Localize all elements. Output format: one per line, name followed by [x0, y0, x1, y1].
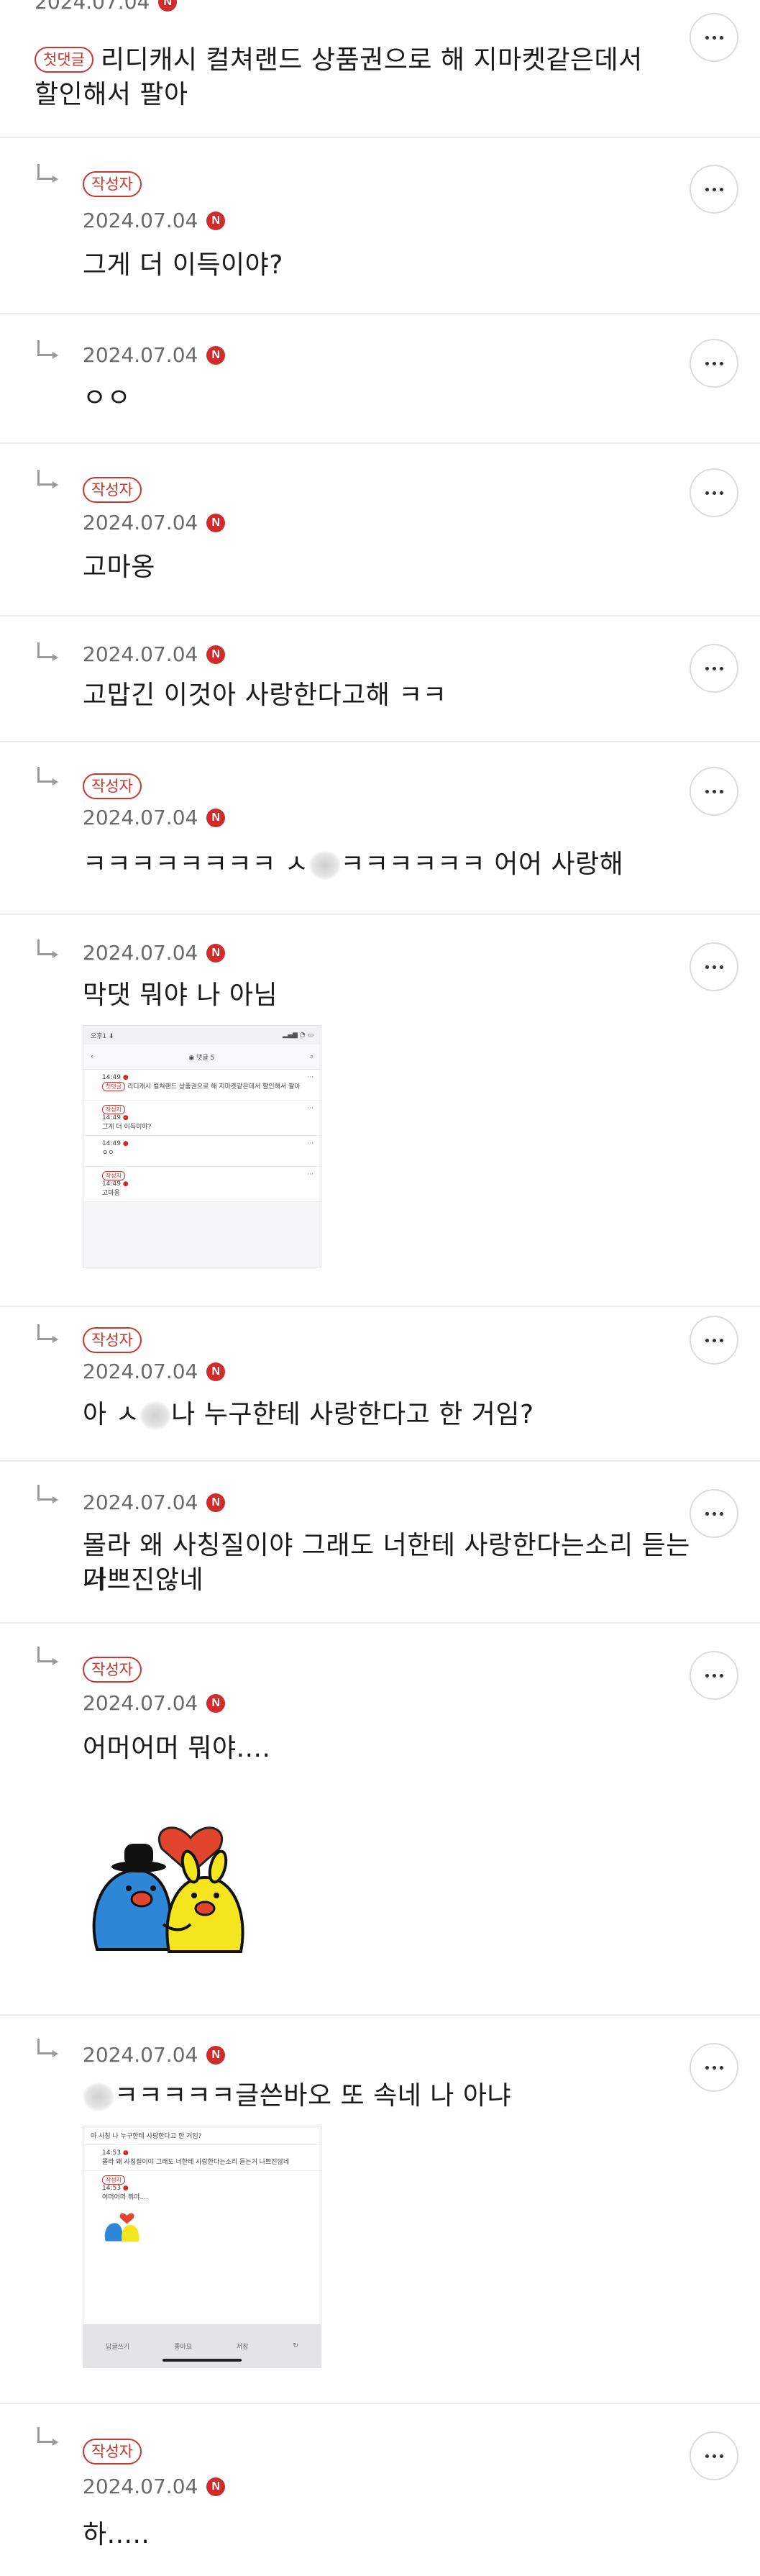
reply-arrow-icon [37, 1485, 58, 1503]
more-options-button[interactable] [690, 339, 738, 388]
comment-text: 고맙긴 이것아 사랑한다고해 ㅋㅋ [83, 681, 447, 710]
reply-arrow-icon [37, 2427, 58, 2446]
reply-item: 작성자 2024.07.04 N ㅋㅋㅋㅋㅋㅋㅋㅋ ㅅㅋㅋㅋㅋㅋㅋ 어어 사랑해 [0, 741, 760, 915]
comment-text-line2: 나쁘진않네 [83, 1565, 204, 1595]
reply-arrow-icon [37, 767, 58, 786]
new-badge-icon: N [206, 211, 226, 230]
comment-date: 2024.07.04 N [35, 0, 178, 14]
new-badge-icon: N [206, 346, 226, 365]
screenshot-row: 14:49 ● 첫댓글 리디캐시 컬쳐랜드 상품권으로 해 지마켓같은데서 할인… [83, 1070, 321, 1101]
new-badge-icon: N [206, 1493, 226, 1512]
more-options-button[interactable] [690, 1316, 738, 1365]
author-badge: 작성자 [83, 171, 142, 197]
new-badge-icon: N [206, 944, 226, 962]
comment-date: 2024.07.04 N [83, 1691, 226, 1716]
first-comment-badge: 첫댓글 [35, 47, 93, 73]
comment-date: 2024.07.04 N [83, 1360, 226, 1384]
home-indicator [162, 2359, 242, 2362]
screenshot-row: 14:53 ● 몰라 왜 사칭질이야 그래도 너한테 사랑한다는소리 듣는거 나… [83, 2145, 321, 2171]
reply-item: 2024.07.04 N ㅇㅇ [0, 313, 760, 444]
comment-date: 2024.07.04 N [83, 1490, 226, 1515]
new-badge-icon: N [206, 2477, 226, 2496]
comment-text: ㅋㅋㅋㅋㅋ글쓴바오 또 속네 나 아냐 [83, 2079, 695, 2113]
comment-text-line2: 할인해서 팔아 [35, 80, 188, 109]
mini-sticker-image [104, 2213, 139, 2242]
screenshot-row: 아 사칭 나 누구한테 사랑한다고 한 거임? [83, 2126, 321, 2145]
reply-arrow-icon [37, 164, 58, 183]
new-badge-icon: N [206, 809, 226, 827]
comment-thread: 2024.07.04 N 첫댓글 리디캐시 컬쳐랜드 상품권으로 해 지마켓같은데… [0, 0, 760, 2576]
author-badge: 작성자 [83, 477, 142, 503]
screenshot-row: 작성자 14:49 ● 고마옹 ··· [83, 1167, 321, 1202]
reply-arrow-icon [37, 939, 58, 958]
reply-item: 작성자 2024.07.04 N 고마옹 [0, 442, 760, 616]
reply-arrow-icon [37, 1324, 58, 1343]
more-options-button[interactable] [690, 2043, 738, 2092]
status-bar: 오후1 ⬇ ▂▄▆ ◔ ▭ [83, 1026, 321, 1044]
love-sticker-image [92, 1826, 244, 1953]
attached-screenshot[interactable]: 아 사칭 나 누구한테 사랑한다고 한 거임? 14:53 ● 몰라 왜 사칭질… [83, 2126, 321, 2368]
more-options-button[interactable] [690, 1651, 738, 1700]
author-badge: 작성자 [83, 773, 142, 799]
comment-text: 막댓 뭐야 나 아님 [83, 980, 278, 1010]
more-options-button[interactable] [690, 942, 738, 991]
screenshot-row: 14:49 ● ㅇㅇ ··· [83, 1136, 321, 1167]
more-options-button[interactable] [690, 767, 738, 816]
screenshot-nav: ‹ ◉ 댓글 5 ⌕ [83, 1044, 321, 1070]
reply-item: 작성자 2024.07.04 N 그게 더 이득이야? [0, 137, 760, 314]
comment-text: 아 ㅅ나 누구한테 사랑한다고 한 거임? [83, 1400, 534, 1430]
new-badge-icon: N [206, 1362, 226, 1381]
author-badge: 작성자 [83, 1327, 142, 1353]
more-options-button[interactable] [690, 468, 738, 517]
author-badge: 작성자 [83, 1657, 142, 1683]
comment-date: 2024.07.04 N [83, 343, 226, 368]
more-options-button[interactable] [690, 165, 738, 214]
screenshot-row: 작성자 14:49 ● 그게 더 이득이야? ··· [83, 1101, 321, 1136]
comment-text: 고마옹 [83, 552, 155, 582]
reply-item: 작성자 2024.07.04 N 하..... [0, 2403, 760, 2576]
comment-text: ㅇㅇ [83, 383, 132, 413]
reply-item: 2024.07.04 N 고맙긴 이것아 사랑한다고해 ㅋㅋ [0, 615, 760, 742]
comment-text: 어머어머 뭐야.... [83, 1734, 271, 1763]
comment-date: 2024.07.04 N [83, 2043, 226, 2067]
more-options-button[interactable] [690, 13, 738, 62]
comment-item: 2024.07.04 N 첫댓글 리디캐시 컬쳐랜드 상품권으로 해 지마켓같은데… [0, 0, 760, 138]
reply-arrow-icon [37, 1647, 58, 1665]
comment-date: 2024.07.04 N [83, 2475, 226, 2499]
censored-blur [308, 851, 341, 880]
comment-text: ㅋㅋㅋㅋㅋㅋㅋㅋ ㅅㅋㅋㅋㅋㅋㅋ 어어 사랑해 [83, 850, 624, 880]
new-badge-icon: N [158, 0, 178, 12]
new-badge-icon: N [206, 2046, 226, 2065]
comment-text: 리디캐시 컬쳐랜드 상품권으로 해 지마켓같은데서 [101, 45, 643, 75]
comment-date: 2024.07.04 N [83, 642, 226, 667]
new-badge-icon: N [206, 1694, 226, 1713]
new-badge-icon: N [206, 645, 226, 664]
comment-text: 그게 더 이득이야? [83, 250, 283, 280]
reply-item: 2024.07.04 N 막댓 뭐야 나 아님 오후1 ⬇ ▂▄▆ ◔ ▭ ‹ ◉ 댓… [0, 914, 760, 1307]
reply-arrow-icon [37, 340, 58, 359]
comment-text: 하..... [83, 2520, 150, 2549]
new-badge-icon: N [206, 514, 226, 532]
reply-arrow-icon [37, 2039, 58, 2057]
screenshot-row: 작성자 14:53 ● 어머어머 뭐야.... [83, 2171, 321, 2248]
comment-date: 2024.07.04 N [83, 806, 226, 830]
reply-item: 2024.07.04 N ㅋㅋㅋㅋㅋ글쓴바오 또 속네 나 아냐 아 사칭 나 누… [0, 2014, 760, 2404]
reply-item: 2024.07.04 N 몰라 왜 사칭질이야 그래도 너한테 사랑한다는소리 듣… [0, 1460, 760, 1624]
censored-blur [83, 2083, 114, 2111]
reply-arrow-icon [37, 642, 58, 661]
censored-blur [139, 1401, 172, 1430]
reply-arrow-icon [37, 470, 58, 488]
reply-item: 작성자 2024.07.04 N 어머어머 뭐야.... [0, 1622, 760, 2016]
more-options-button[interactable] [690, 2431, 738, 2480]
attached-screenshot[interactable]: 오후1 ⬇ ▂▄▆ ◔ ▭ ‹ ◉ 댓글 5 ⌕ 14:49 ● 첫댓글 리디캐시 컬… [83, 1025, 321, 1267]
more-options-button[interactable] [690, 1489, 738, 1538]
comment-date: 2024.07.04 N [83, 511, 226, 535]
more-options-button[interactable] [690, 644, 738, 693]
comment-date: 2024.07.04 N [83, 941, 226, 965]
reply-item: 작성자 2024.07.04 N 아 ㅅ나 누구한테 사랑한다고 한 거임? [0, 1306, 760, 1462]
author-badge: 작성자 [83, 2439, 142, 2465]
comment-date: 2024.07.04 N [83, 209, 226, 233]
